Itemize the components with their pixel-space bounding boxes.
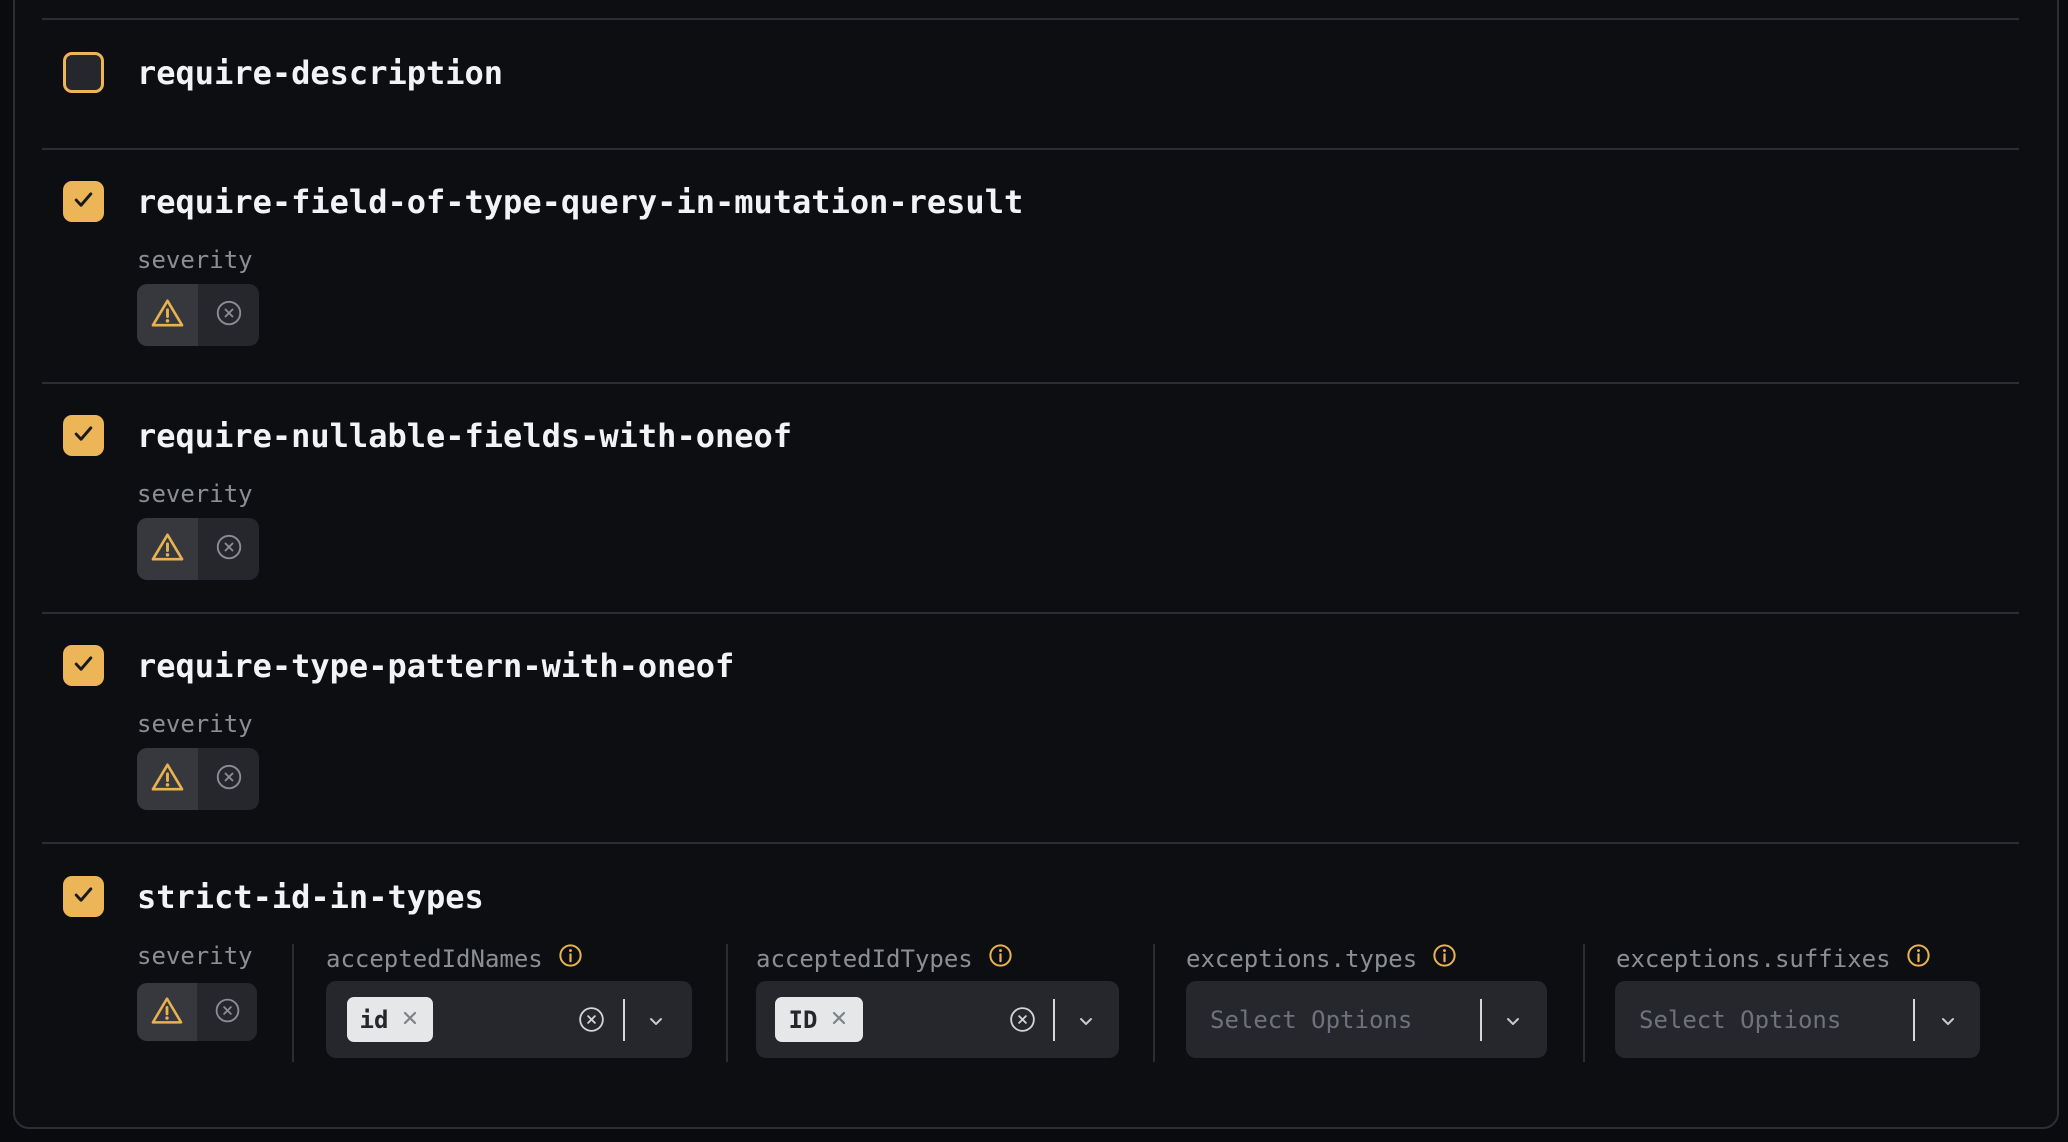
circle-x-icon: [214, 762, 244, 796]
field-label-text: acceptedIdNames: [326, 945, 543, 973]
warning-icon: [150, 761, 185, 797]
circle-x-icon: [213, 996, 242, 1029]
checkbox-require-type-pattern-with-oneof[interactable]: [63, 645, 104, 686]
chevron-down-icon[interactable]: [1936, 1009, 1960, 1033]
severity-warn-button[interactable]: [137, 284, 198, 346]
column-divider: [726, 944, 728, 1062]
chip-label: id: [360, 1006, 389, 1034]
field-label-exceptions-suffixes: exceptions.suffixes: [1616, 942, 1932, 975]
select-separator: [1053, 999, 1055, 1041]
chip-remove-icon[interactable]: [400, 1008, 420, 1032]
row-divider: [42, 842, 2019, 844]
severity-off-button[interactable]: [198, 748, 259, 810]
select-placeholder: Select Options: [1210, 981, 1412, 1058]
circle-x-icon: [214, 532, 244, 566]
chip-remove-icon[interactable]: [829, 1008, 849, 1032]
warning-icon: [150, 297, 185, 333]
severity-label: severity: [137, 710, 253, 738]
severity-label: severity: [137, 246, 253, 274]
severity-off-button[interactable]: [198, 284, 259, 346]
field-label-text: exceptions.suffixes: [1616, 945, 1891, 973]
column-divider: [1153, 944, 1155, 1062]
check-icon: [70, 420, 97, 451]
warning-icon: [150, 531, 185, 567]
warning-icon: [150, 995, 184, 1030]
chip-id: id: [347, 997, 433, 1042]
field-label-text: acceptedIdTypes: [756, 945, 973, 973]
severity-toggle: [137, 518, 259, 580]
info-icon[interactable]: [987, 942, 1014, 975]
row-divider: [42, 612, 2019, 614]
chevron-down-icon[interactable]: [1074, 1009, 1098, 1033]
check-icon: [70, 186, 97, 217]
check-icon: [70, 881, 97, 912]
select-separator: [1913, 999, 1915, 1041]
column-divider: [1583, 944, 1585, 1062]
field-label-text: exceptions.types: [1186, 945, 1417, 973]
column-divider: [292, 944, 294, 1062]
severity-warn-button[interactable]: [137, 518, 198, 580]
severity-warn-button[interactable]: [137, 983, 197, 1041]
info-icon[interactable]: [1905, 942, 1932, 975]
severity-toggle: [137, 748, 259, 810]
field-label-acceptedIdTypes: acceptedIdTypes: [756, 942, 1014, 975]
rule-title: require-description: [137, 52, 503, 93]
rule-title: require-type-pattern-with-oneof: [137, 645, 734, 686]
select-separator: [1480, 999, 1482, 1041]
select-placeholder: Select Options: [1639, 981, 1841, 1058]
select-separator: [623, 999, 625, 1041]
chevron-down-icon[interactable]: [1501, 1009, 1525, 1033]
rule-title: strict-id-in-types: [137, 876, 484, 917]
checkbox-strict-id-in-types[interactable]: [63, 876, 104, 917]
checkbox-require-field-of-type-query-in-mutation-result[interactable]: [63, 181, 104, 222]
checkbox-require-nullable-fields-with-oneof[interactable]: [63, 415, 104, 456]
checkbox-require-description[interactable]: [63, 52, 104, 93]
rule-title: require-nullable-fields-with-oneof: [137, 415, 792, 456]
check-icon: [70, 650, 97, 681]
rule-title: require-field-of-type-query-in-mutation-…: [137, 181, 1023, 222]
rules-config-page: require-description require-field-of-typ…: [0, 0, 2068, 1142]
chevron-down-icon[interactable]: [644, 1009, 668, 1033]
clear-all-icon[interactable]: [577, 1005, 606, 1034]
severity-toggle: [137, 284, 259, 346]
clear-all-icon[interactable]: [1008, 1005, 1037, 1034]
info-icon[interactable]: [1431, 942, 1458, 975]
severity-warn-button[interactable]: [137, 748, 198, 810]
severity-label: severity: [137, 942, 253, 970]
row-divider: [42, 148, 2019, 150]
chip-ID: ID: [775, 997, 863, 1042]
row-divider: [42, 18, 2019, 20]
field-label-exceptions-types: exceptions.types: [1186, 942, 1458, 975]
chip-label: ID: [789, 1006, 818, 1034]
info-icon[interactable]: [557, 942, 584, 975]
circle-x-icon: [214, 298, 244, 332]
severity-off-button[interactable]: [197, 983, 257, 1041]
severity-toggle: [137, 983, 257, 1041]
field-label-acceptedIdNames: acceptedIdNames: [326, 942, 584, 975]
severity-off-button[interactable]: [198, 518, 259, 580]
severity-label: severity: [137, 480, 253, 508]
row-divider: [42, 382, 2019, 384]
